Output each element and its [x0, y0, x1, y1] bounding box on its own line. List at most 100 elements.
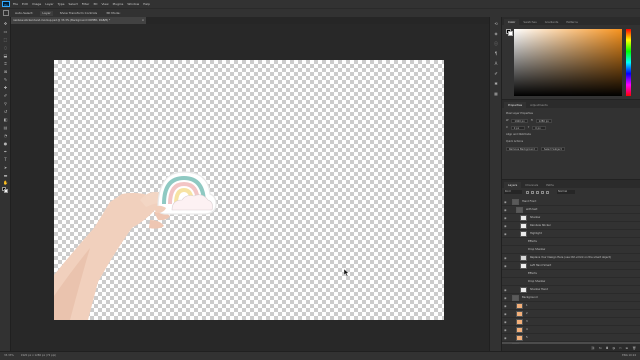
history-brush-tool-icon[interactable]: ↺ [3, 109, 8, 114]
navigator-panel-icon[interactable]: ◈ [493, 31, 499, 37]
close-icon[interactable]: × [142, 17, 144, 24]
brush-tool-icon[interactable]: ✐ [3, 93, 8, 98]
dodge-tool-icon[interactable]: ● [3, 141, 8, 146]
tab-adjustments[interactable]: Adjustments [526, 102, 552, 108]
canvas-area[interactable] [11, 24, 489, 351]
show-transform-controls-checkbox[interactable]: Show Transform Controls [58, 11, 99, 16]
visibility-eye-icon[interactable]: ◉ [504, 254, 508, 261]
remove-background-button[interactable]: Remove Background [506, 146, 538, 151]
clone-stamp-tool-icon[interactable]: ⚲ [3, 101, 8, 106]
layer-row[interactable]: ◉ Shadow [502, 214, 640, 222]
tab-paths[interactable]: Paths [542, 182, 558, 188]
background-color-swatch[interactable] [4, 189, 8, 193]
layer-kind-filter-dropdown[interactable]: Kind [504, 190, 522, 194]
menu-filter[interactable]: Filter [82, 2, 89, 6]
select-subject-button[interactable]: Select Subject [540, 146, 565, 151]
healing-brush-tool-icon[interactable]: ✚ [3, 85, 8, 90]
visibility-eye-icon[interactable]: ◉ [504, 302, 508, 309]
visibility-eye-icon[interactable]: ◉ [504, 198, 508, 205]
pen-tool-icon[interactable]: ✒ [3, 149, 8, 154]
layer-row[interactable]: ◉ Hand Front [502, 198, 640, 206]
eyedropper-tool-icon[interactable]: ✎ [3, 77, 8, 82]
layer-row[interactable]: ◉ Background [502, 294, 640, 302]
tab-channels[interactable]: Channels [521, 182, 542, 188]
blend-mode-dropdown[interactable]: Normal [557, 190, 575, 194]
frame-tool-icon[interactable]: ⊠ [3, 69, 8, 74]
artboard-tool-icon[interactable]: ▭ [3, 29, 8, 34]
tab-color[interactable]: Color [504, 19, 520, 25]
visibility-eye-icon[interactable]: ◉ [504, 222, 508, 229]
menu-layer[interactable]: Layer [45, 2, 53, 6]
zoom-level[interactable]: 33.33% [4, 354, 14, 357]
layer-row[interactable]: ◉ Highlight [502, 230, 640, 238]
rectangle-tool-icon[interactable]: ▬ [3, 173, 8, 178]
tab-gradients[interactable]: Gradients [541, 19, 563, 25]
new-group-icon[interactable]: ▭ [619, 346, 622, 350]
x-field[interactable]: 0 px [510, 125, 525, 130]
y-field[interactable]: 0 px [532, 125, 547, 130]
visibility-eye-icon[interactable]: ◉ [504, 294, 508, 301]
layer-row[interactable]: ◉ 2 [502, 310, 640, 318]
layer-row[interactable]: Effects [502, 270, 640, 278]
layer-row[interactable]: ◉ 5 [502, 334, 640, 342]
eraser-tool-icon[interactable]: ◧ [3, 117, 8, 122]
lasso-tool-icon[interactable]: ◌ [3, 45, 8, 50]
height-field[interactable]: 1280 px [535, 118, 552, 123]
type-tool-icon[interactable]: T [3, 157, 8, 162]
color-field[interactable] [514, 29, 622, 96]
visibility-eye-icon[interactable]: ◉ [504, 262, 508, 269]
object-selection-tool-icon[interactable]: ⬓ [3, 53, 8, 58]
menu-view[interactable]: View [101, 2, 108, 6]
gradient-tool-icon[interactable]: ▤ [3, 125, 8, 130]
menu-image[interactable]: Image [32, 2, 41, 6]
new-layer-icon[interactable]: ⊞ [626, 346, 629, 350]
menu-help[interactable]: Help [143, 2, 150, 6]
visibility-eye-icon[interactable]: ◉ [504, 310, 508, 317]
layer-row[interactable]: ◉ Left Hand Smart [502, 262, 640, 270]
filter-shape-icon[interactable] [541, 190, 544, 194]
layer-row[interactable]: ◉ 3 [502, 318, 640, 326]
layer-row[interactable]: ◉ with text [502, 206, 640, 214]
adjustment-layer-icon[interactable]: ◑ [612, 346, 615, 350]
tab-layers[interactable]: Layers [504, 182, 522, 188]
move-tool-preset-icon[interactable] [3, 10, 9, 16]
info-panel-icon[interactable]: ⓘ [493, 41, 499, 47]
hue-slider[interactable] [626, 29, 631, 96]
layer-row[interactable]: ◉ Replace Your Design Here (use Ctrl+Clic… [502, 254, 640, 262]
trash-icon[interactable]: 🗑 [632, 346, 636, 350]
link-layers-icon[interactable]: ⛓ [591, 346, 595, 350]
layer-row[interactable]: Drop Shadow [502, 246, 640, 254]
tab-properties[interactable]: Properties [504, 102, 527, 108]
layer-row[interactable]: ◉ Rainbow Sticker [502, 222, 640, 230]
layer-row[interactable]: ◉ 4 [502, 326, 640, 334]
filter-smart-object-icon[interactable] [546, 190, 549, 194]
glyphs-panel-icon[interactable]: ✱ [493, 81, 499, 87]
filter-type-icon[interactable] [536, 190, 539, 194]
layer-row[interactable]: ◉ 1 [502, 302, 640, 310]
layer-row[interactable]: Drop Shadow [502, 278, 640, 286]
menu-edit[interactable]: Edit [22, 2, 28, 6]
menu-window[interactable]: Window [127, 2, 139, 6]
visibility-eye-icon[interactable]: ◉ [504, 286, 508, 293]
filter-adjustment-icon[interactable] [531, 190, 534, 194]
crop-tool-icon[interactable]: ⌗ [3, 61, 8, 66]
menu-plugins[interactable]: Plugins [113, 2, 124, 6]
color-panel-background-swatch[interactable] [508, 31, 513, 36]
visibility-eye-icon[interactable]: ◉ [504, 214, 508, 221]
tab-patterns[interactable]: Patterns [562, 19, 582, 25]
tab-swatches[interactable]: Swatches [519, 19, 540, 25]
visibility-eye-icon[interactable]: ◉ [504, 318, 508, 325]
menu-3d[interactable]: 3D [93, 2, 97, 6]
paragraph-panel-icon[interactable]: ¶ [493, 51, 499, 57]
auto-select-target-dropdown[interactable]: Layer [40, 10, 53, 16]
filter-pixel-icon[interactable] [526, 190, 529, 194]
character-panel-icon[interactable]: A [493, 61, 499, 67]
brush-settings-panel-icon[interactable]: ✐ [493, 71, 499, 77]
hand-tool-icon[interactable]: ✋ [3, 180, 8, 185]
layer-row[interactable]: Effects [502, 238, 640, 246]
path-selection-tool-icon[interactable]: ➤ [3, 165, 8, 170]
add-mask-icon[interactable]: ◘ [606, 346, 608, 350]
move-tool-icon[interactable]: ✥ [3, 21, 8, 26]
libraries-panel-icon[interactable]: ▦ [493, 91, 499, 97]
visibility-eye-icon[interactable]: ◉ [504, 230, 508, 237]
